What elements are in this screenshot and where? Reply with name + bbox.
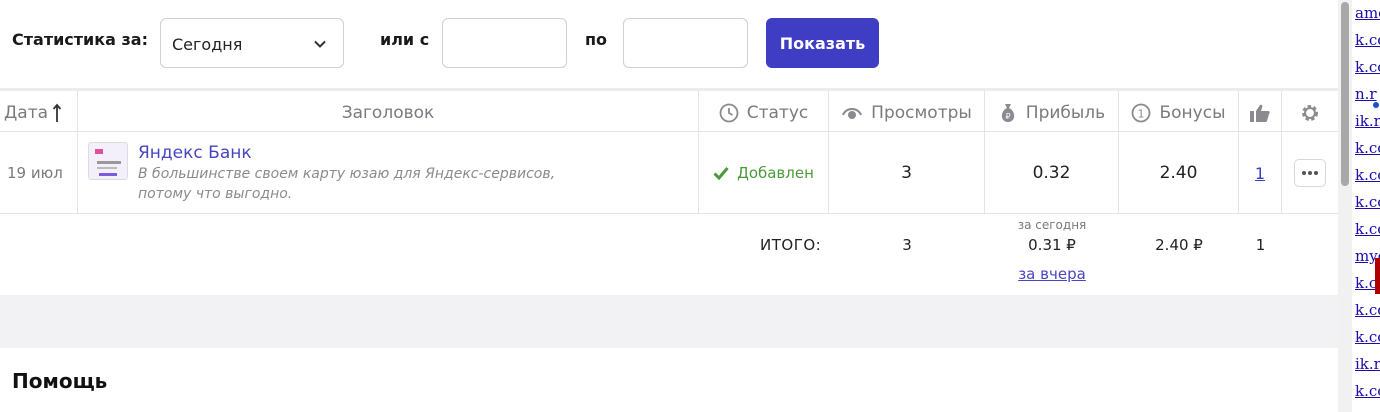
show-button[interactable]: Показать [766,18,879,68]
side-panel-link[interactable]: k.co [1355,382,1380,400]
side-panel-link[interactable]: k.co [1355,139,1380,157]
article-description: В большинстве своем карту юзаю для Яндек… [138,166,556,202]
totals-views: 3 [902,236,912,254]
date-to-input[interactable] [623,18,748,68]
column-settings[interactable] [1282,91,1338,135]
yesterday-link[interactable]: за вчера [985,265,1119,283]
coin-icon: 1 [1132,103,1151,123]
column-profit: ₽ Прибыль [985,91,1119,135]
scrollbar-thumb[interactable] [1341,2,1349,186]
row-bonus: 2.40 [1119,132,1239,214]
row-actions [1282,132,1338,214]
totals-likes: 1 [1255,236,1266,254]
checkmark-icon [713,167,729,180]
column-date[interactable]: Дата [0,91,78,135]
column-profit-label: Прибыль [1025,103,1106,123]
totals-profit: 0.31 ₽ [1028,236,1076,254]
side-red-marker [1375,258,1380,294]
side-marker-dot [1373,102,1379,108]
scrollbar[interactable] [1338,0,1352,412]
row-likes: 1 [1239,132,1282,214]
side-panel-link[interactable]: ame [1355,4,1380,22]
column-views-label: Просмотры [871,103,972,123]
svg-text:₽: ₽ [1005,112,1010,121]
column-likes [1239,91,1282,135]
row-profit: 0.32 [985,132,1119,214]
money-bag-icon: ₽ [1001,104,1014,122]
column-date-label: Дата [4,103,49,123]
likes-link[interactable]: 1 [1255,164,1265,183]
period-select-value: Сегодня [172,35,243,54]
eye-icon [842,108,863,119]
totals-label: ИТОГО: [760,236,822,254]
date-from-input[interactable] [442,18,567,68]
main-content: Статистика за: Сегодня или с по Показать… [0,0,1338,412]
side-panel-link[interactable]: k.co [1355,328,1380,346]
stats-period-label: Статистика за: [12,30,148,49]
help-heading: Помощь [12,369,108,393]
row-title-cell: Яндекс Банк В большинстве своем карту юз… [78,132,699,214]
stats-table: Дата Заголовок Статус Просмотры ₽ Прибыл… [0,88,1338,294]
period-select[interactable]: Сегодня [160,18,344,68]
section-divider [0,295,1338,348]
column-status-label: Статус [746,103,809,123]
column-bonus: 1 Бонусы [1119,91,1239,135]
side-panel-link[interactable]: ik.r [1355,112,1380,130]
side-panel-link[interactable]: k.co [1355,220,1380,238]
article-title-link[interactable]: Яндекс Банк [138,142,608,164]
column-bonus-label: Бонусы [1159,103,1226,123]
side-panel-link[interactable]: k.co [1355,301,1380,319]
status-badge: Добавлен [737,164,814,182]
to-label: по [585,30,608,49]
row-views: 3 [829,132,985,214]
column-views: Просмотры [829,91,985,135]
svg-text:1: 1 [1138,108,1145,121]
side-panel-link[interactable]: k.co [1355,166,1380,184]
sort-arrow-up-icon [52,103,62,122]
row-status: Добавлен [699,132,829,214]
chevron-down-icon [314,40,326,48]
side-panel-link[interactable]: n.r [1355,85,1377,103]
article-thumbnail[interactable] [88,142,128,180]
side-panel-link[interactable]: k.co [1355,31,1380,49]
filter-bar: Статистика за: Сегодня или с по Показать [0,0,1338,88]
totals-bonus: 2.40 ₽ [1155,236,1203,254]
table-header: Дата Заголовок Статус Просмотры ₽ Прибыл… [0,88,1338,135]
column-status: Статус [699,91,829,135]
side-panel-link[interactable]: ik.r [1355,355,1380,373]
column-title-label: Заголовок [341,103,435,123]
side-panel-link[interactable]: k.co [1355,58,1380,76]
table-row: 19 июл Яндекс Банк В большинстве своем к… [0,132,1338,214]
thumbs-up-icon [1250,104,1270,122]
row-date: 19 июл [0,132,78,214]
totals-profit-caption: за сегодня [1017,218,1087,232]
side-panel-link[interactable]: k.co [1355,193,1380,211]
gear-icon [1302,105,1318,121]
totals-row: ИТОГО: 3 за сегодня 0.31 ₽ за вчера 2.40… [0,214,1338,294]
column-title: Заголовок [78,91,699,135]
more-actions-button[interactable] [1294,159,1326,187]
clock-icon [719,103,739,123]
more-dots-icon [1302,171,1318,175]
or-from-label: или с [380,30,430,49]
